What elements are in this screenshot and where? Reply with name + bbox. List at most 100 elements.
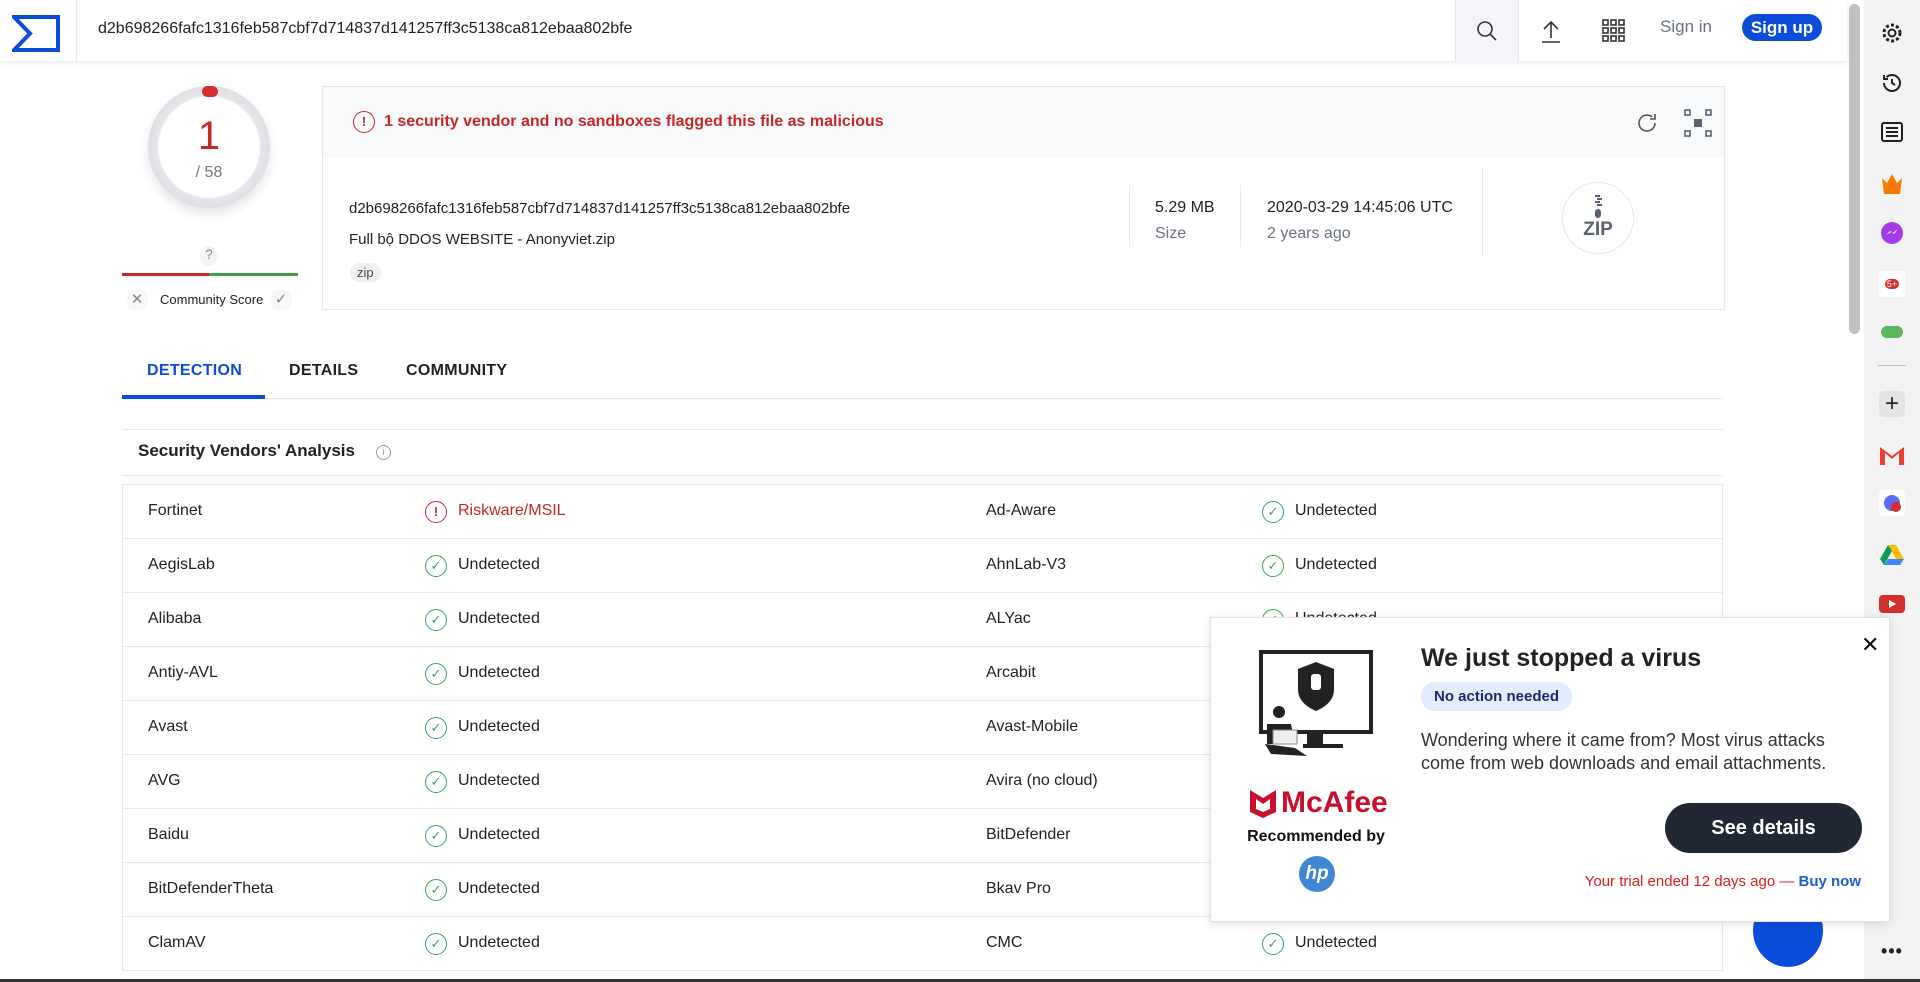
check-icon: ✓ [1262,501,1284,523]
alert-icon: ! [425,501,447,523]
community-score-value: ? [200,246,218,266]
gear-icon[interactable] [1879,20,1905,46]
vendor-name: AhnLab-V3 [986,556,1067,573]
vendor-name: Avast [148,718,188,735]
vendor-name: ClamAV [148,934,206,951]
divider [1878,365,1906,366]
more-icon[interactable]: ••• [1879,938,1905,964]
info-icon[interactable]: i [376,445,391,460]
check-icon: ✓ [425,825,447,847]
alert-text: 1 security vendor and no sandboxes flagg… [384,113,884,130]
messenger-icon[interactable] [1879,220,1905,246]
file-summary-card: ! 1 security vendor and no sandboxes fla… [322,86,1725,310]
file-size-label: Size [1155,225,1187,242]
divider [1129,185,1130,247]
check-icon: ✓ [425,555,447,577]
detection-result: Undetected [458,718,540,735]
file-type-label: ZIP [1583,219,1613,240]
check-icon: ✓ [425,663,447,685]
trial-text: Your trial ended 12 days ago — [1584,873,1799,890]
tab-detection[interactable]: DETECTION [147,362,242,380]
notification-icon[interactable]: 5+ [1879,271,1905,297]
popup-body: Wondering where it came from? Most virus… [1421,730,1827,773]
status-badge: No action needed [1421,682,1573,711]
recommended-by-label: Recommended by [1247,828,1385,845]
buy-now-link[interactable]: Buy now [1799,873,1862,890]
vendor-name: Antiy-AVL [148,664,218,681]
check-icon: ✓ [425,879,447,901]
mcafee-logo: McAfee [1249,786,1388,820]
trial-notice: Your trial ended 12 days ago — Buy now [1585,873,1861,890]
close-icon[interactable]: ✕ [1861,632,1879,658]
check-icon: ✓ [1262,555,1284,577]
upload-icon[interactable] [1538,18,1564,44]
vote-malicious-icon[interactable]: ✕ [126,289,148,311]
add-icon[interactable]: + [1879,390,1905,417]
total-engines: / 58 [195,164,223,181]
history-icon[interactable] [1879,70,1905,96]
vendor-name: Fortinet [148,502,203,519]
gmail-icon[interactable] [1879,442,1905,468]
file-tag[interactable]: zip [350,263,381,282]
vendor-name: ALYac [986,610,1031,627]
detection-result: Undetected [1295,934,1377,951]
detection-result: Undetected [458,826,540,843]
graph-view-icon[interactable] [1684,109,1712,137]
file-hash[interactable]: d2b698266fafc1316feb587cbf7d714837d14125… [349,200,850,217]
reading-list-icon[interactable] [1879,119,1905,145]
see-details-button[interactable]: See details [1665,803,1862,853]
divider [76,0,77,61]
detection-result: Undetected [458,556,540,573]
vendor-name: AegisLab [148,556,215,573]
search-input[interactable]: d2b698266fafc1316feb587cbf7d714837d14125… [98,20,632,38]
last-analysis-relative: 2 years ago [1267,225,1351,242]
sign-up-button[interactable]: Sign up [1742,14,1822,41]
check-icon: ✓ [1262,933,1284,955]
table-row: Fortinet! Riskware/MSIL Ad-Aware ✓ Undetecte… [123,485,1722,539]
detection-result: Undetected [458,934,540,951]
detection-result: Undetected [458,772,540,789]
search-icon [1477,20,1497,41]
search-button[interactable] [1455,0,1519,61]
refresh-icon[interactable] [1635,111,1659,135]
detection-result: Undetected [458,610,540,627]
section-title: Security Vendors' Analysis [138,441,355,460]
zip-file-type-icon: ZIP [1562,182,1634,254]
vendor-name: Bkav Pro [986,880,1051,897]
divider [1482,167,1483,257]
vendor-name: BitDefender [986,826,1071,843]
sign-in-link[interactable]: Sign in [1660,17,1712,37]
virustotal-logo[interactable] [12,15,60,52]
tab-divider [122,398,1723,399]
scrollbar-thumb[interactable] [1849,4,1860,334]
virus-blocked-illustration [1259,650,1373,756]
community-score-label: Community Score [160,292,264,307]
check-icon: ✓ [425,771,447,793]
mcafee-popup: McAfee Recommended by hp ✕ We just stopp… [1210,617,1890,922]
tab-details[interactable]: DETAILS [289,362,358,380]
table-row: ClamAV ✓ Undetected CMC ✓ Undetected [123,917,1722,971]
drive-icon[interactable] [1879,542,1905,568]
alert-icon: ! [353,111,375,133]
detection-count: 1 [197,114,221,158]
youtube-icon[interactable] [1879,591,1905,617]
detection-result: Undetected [1295,502,1377,519]
divider [122,475,1723,476]
vote-harmless-icon[interactable]: ✓ [270,289,292,311]
crown-icon[interactable] [1879,171,1905,197]
detection-result: Riskware/MSIL [458,502,566,519]
table-row: AegisLab ✓ Undetected AhnLab-V3 ✓ Undetected [123,539,1722,593]
vendor-name: CMC [986,934,1023,951]
tab-community[interactable]: COMMUNITY [406,362,507,380]
apps-grid-icon[interactable] [1601,18,1627,44]
calendar-icon[interactable] [1879,490,1905,516]
top-bar: d2b698266fafc1316feb587cbf7d714837d14125… [0,0,1847,61]
check-icon: ✓ [425,933,447,955]
detection-result: Undetected [1295,556,1377,573]
vendor-name: Alibaba [148,610,202,627]
last-analysis-date: 2020-03-29 14:45:06 UTC [1267,199,1453,216]
games-icon[interactable] [1879,319,1905,345]
community-bar-malicious [122,273,209,276]
file-size: 5.29 MB [1155,199,1215,216]
vendor-name: Avast-Mobile [986,718,1079,735]
